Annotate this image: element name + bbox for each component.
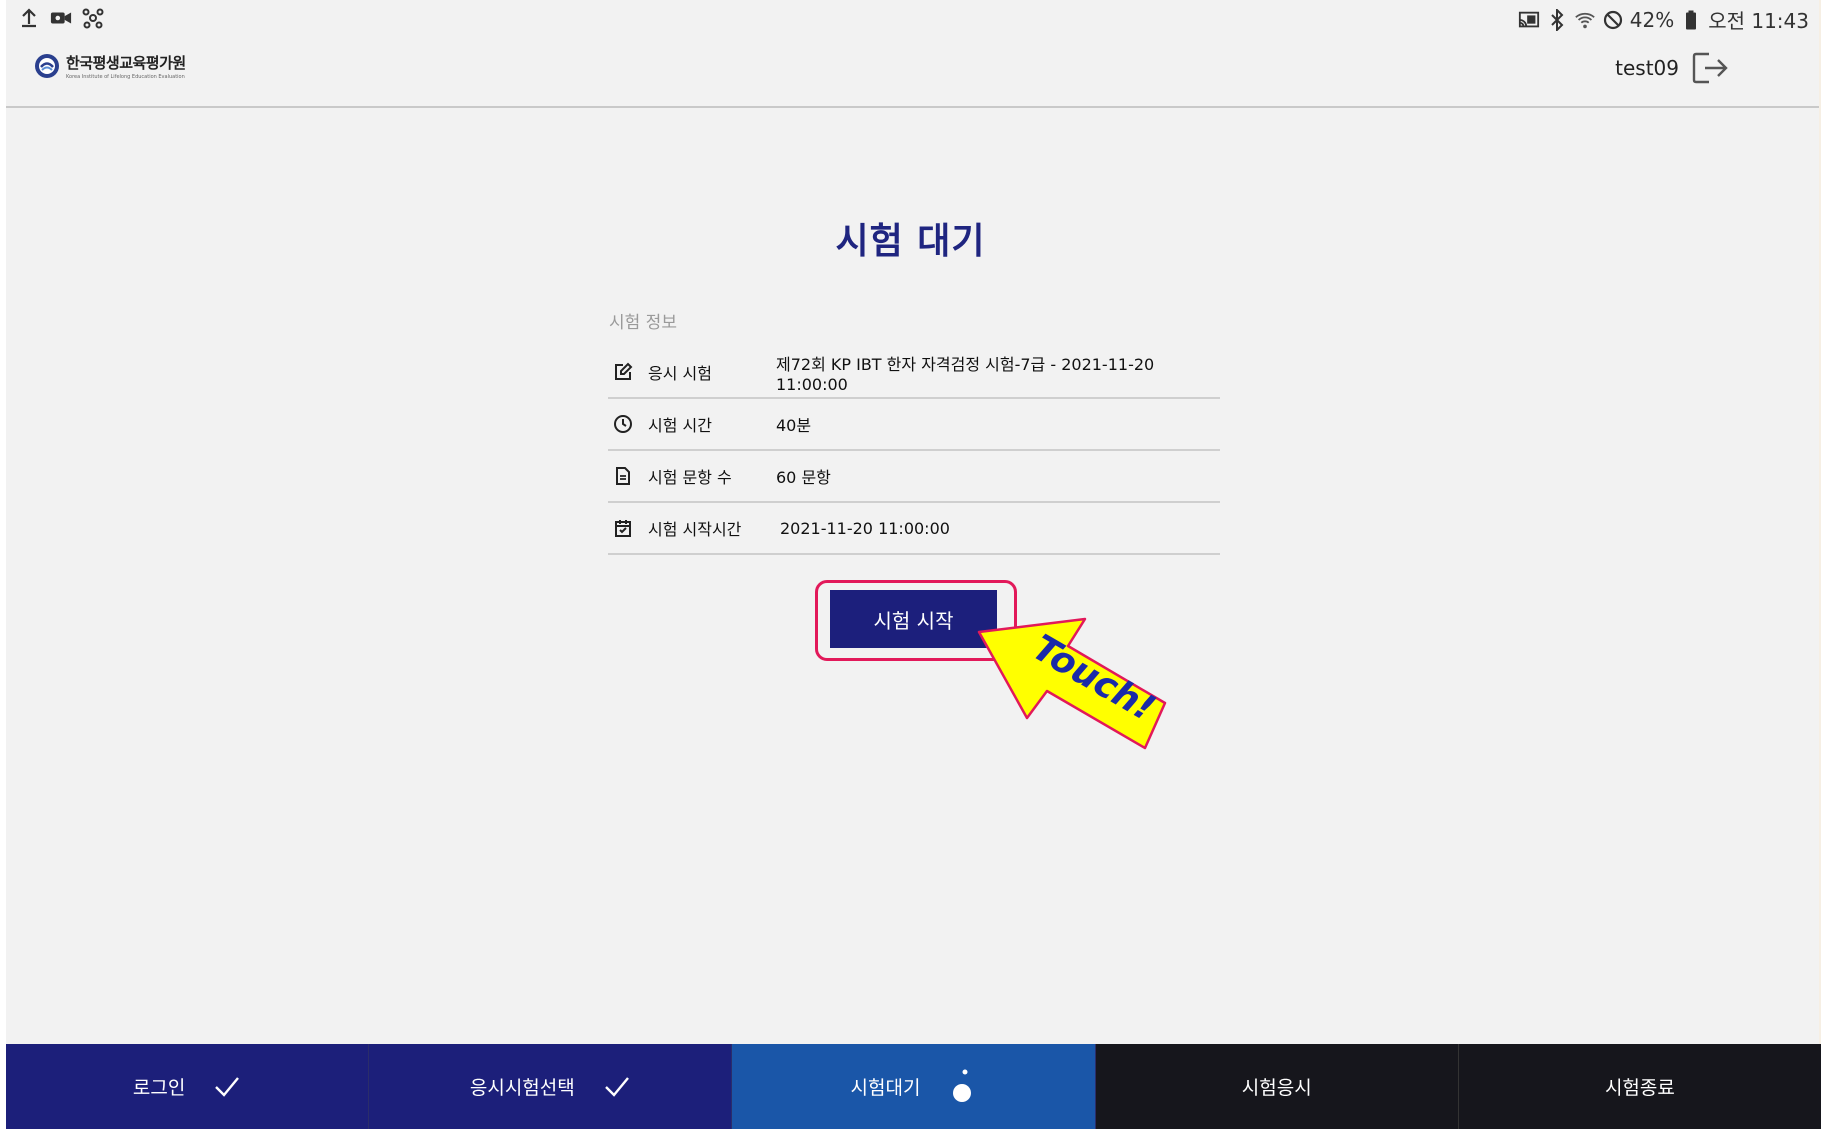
step-label: 시험응시 [1241, 1077, 1312, 1099]
info-value: 제72회 KP IBT 한자 자격검정 시험-7급 - 2021-11-20 1… [776, 354, 1155, 394]
system-status-bar: 42% 오전 11:43 [6, 0, 1819, 38]
info-row-question-count: 시험 문항 수 60 문항 [608, 451, 1220, 503]
bluetooth-icon [1546, 8, 1568, 32]
check-icon [603, 1073, 631, 1101]
app-header: 한국평생교육평가원 Korea Institute of Lifelong Ed… [6, 38, 1819, 108]
info-label: 시험 시간 [648, 416, 712, 435]
start-exam-button[interactable]: 시험 시작 [830, 590, 997, 648]
section-label: 시험 정보 [609, 313, 677, 333]
logout-icon[interactable] [1691, 50, 1731, 86]
page-title: 시험 대기 [835, 221, 986, 262]
info-label: 시험 시작시간 [648, 520, 742, 539]
step-label: 로그인 [132, 1077, 186, 1099]
username: test09 [1615, 56, 1679, 80]
calendar-check-icon [612, 517, 634, 539]
step-take-exam: 시험응시 [1095, 1044, 1459, 1129]
info-value: 2021-11-20 11:00:00 [780, 518, 950, 538]
wifi-icon [1574, 8, 1596, 32]
clock-time: 오전 11:43 [1708, 9, 1809, 33]
info-value: 40분 [776, 416, 812, 435]
step-label: 시험종료 [1604, 1077, 1675, 1099]
video-icon [50, 6, 72, 30]
network-icon [82, 6, 104, 30]
screen-frame-left [0, 0, 6, 1129]
step-label: 응시시험선택 [469, 1077, 575, 1099]
info-row-duration: 시험 시간 40분 [608, 399, 1220, 451]
do-not-disturb-icon [1602, 8, 1624, 32]
step-login: 로그인 [6, 1044, 370, 1129]
step-label: 시험대기 [850, 1077, 921, 1099]
logo: 한국평생교육평가원 Korea Institute of Lifelong Ed… [34, 52, 186, 80]
loading-dots-icon [948, 1069, 976, 1102]
progress-step-bar: 로그인 응시시험선택 시험대기 시험응시 시험종료 [6, 1044, 1821, 1129]
cast-icon [1518, 8, 1540, 32]
info-row-exam: 응시 시험 제72회 KP IBT 한자 자격검정 시험-7급 - 2021-1… [608, 347, 1220, 399]
info-label: 시험 문항 수 [648, 468, 732, 487]
logo-name: 한국평생교육평가원 [66, 54, 186, 72]
touch-callout-arrow: Touch! [977, 617, 1167, 750]
battery-icon [1680, 8, 1702, 32]
battery-percent: 42% [1629, 7, 1675, 32]
status-right-icons: 42% 오전 11:43 [1518, 5, 1809, 34]
exam-info-table: 응시 시험 제72회 KP IBT 한자 자격검정 시험-7급 - 2021-1… [608, 347, 1220, 555]
step-select-exam: 응시시험선택 [369, 1044, 733, 1129]
check-icon [213, 1073, 241, 1101]
info-value: 60 문항 [776, 468, 831, 487]
user-area: test09 [1615, 50, 1731, 86]
info-row-start-time: 시험 시작시간 2021-11-20 11:00:00 [608, 503, 1220, 555]
edit-icon [612, 361, 634, 383]
logo-subtitle: Korea Institute of Lifelong Education Ev… [66, 74, 185, 80]
status-left-icons [18, 6, 104, 30]
info-label: 응시 시험 [648, 364, 712, 383]
step-exam-waiting: 시험대기 [732, 1044, 1096, 1129]
document-icon [612, 465, 634, 487]
logo-emblem-icon [35, 54, 59, 78]
upload-icon [18, 6, 40, 30]
clock-icon [612, 413, 634, 435]
step-exam-end: 시험종료 [1458, 1044, 1821, 1129]
